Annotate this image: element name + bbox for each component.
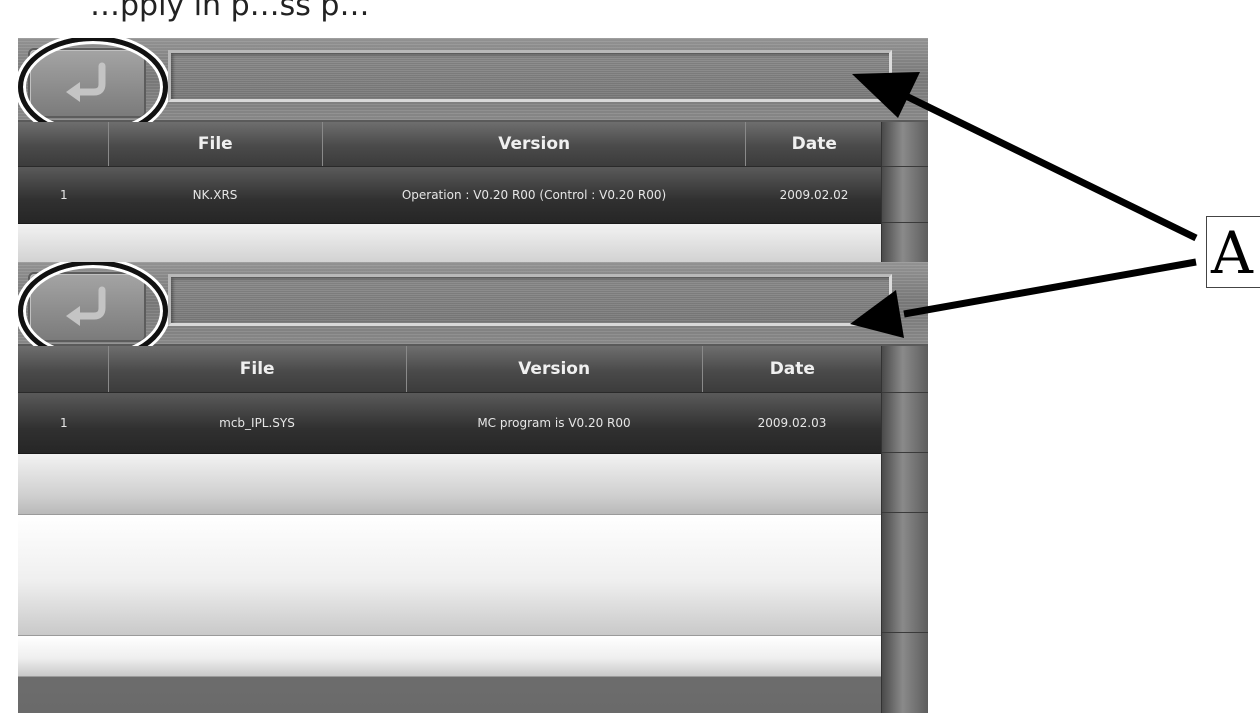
column-header-version[interactable]: Version xyxy=(323,122,747,166)
annotation-arrow-top xyxy=(904,92,1198,242)
scrollbar-segment xyxy=(882,222,928,223)
table-header: File Version Date xyxy=(18,122,882,167)
toolbar xyxy=(18,38,928,138)
column-header-file[interactable]: File xyxy=(109,346,407,392)
row-date: 2009.02.02 xyxy=(779,188,849,202)
annotation-arrow-bottom xyxy=(903,258,1197,318)
column-header-date[interactable]: Date xyxy=(746,122,882,166)
back-button[interactable] xyxy=(28,48,146,118)
table-header: File Version Date xyxy=(18,346,882,393)
file-table: File Version Date 1 mcb_IPL.SYS MC progr… xyxy=(18,346,882,713)
scrollbar-segment xyxy=(882,452,928,453)
table-row[interactable]: 1 NK.XRS Operation : V0.20 R00 (Control … xyxy=(18,167,882,224)
cropped-caption-text: …pply in p…ss p… xyxy=(90,0,370,23)
empty-table-row xyxy=(18,454,882,515)
row-index: 1 xyxy=(60,416,68,430)
row-file: NK.XRS xyxy=(192,188,238,202)
row-version: Operation : V0.20 R00 (Control : V0.20 R… xyxy=(401,188,667,202)
annotation-label: A xyxy=(1206,216,1260,288)
empty-table-row xyxy=(18,636,882,677)
column-header-version[interactable]: Version xyxy=(407,346,703,392)
column-header-index[interactable] xyxy=(18,122,109,166)
column-header-date[interactable]: Date xyxy=(703,346,882,392)
scrollbar[interactable] xyxy=(881,346,928,713)
return-arrow-icon xyxy=(66,62,106,102)
path-field[interactable] xyxy=(168,50,892,102)
scrollbar-segment xyxy=(882,392,928,393)
file-browser-panel-bottom: File Version Date 1 mcb_IPL.SYS MC progr… xyxy=(18,262,928,713)
column-header-file[interactable]: File xyxy=(109,122,323,166)
toolbar xyxy=(18,262,928,362)
row-version: MC program is V0.20 R00 xyxy=(477,416,631,430)
row-file: mcb_IPL.SYS xyxy=(219,416,295,430)
scrollbar-segment xyxy=(882,632,928,633)
scrollbar-segment xyxy=(882,512,928,513)
row-date: 2009.02.03 xyxy=(757,416,827,430)
table-row[interactable]: 1 mcb_IPL.SYS MC program is V0.20 R00 20… xyxy=(18,393,882,454)
scrollbar-segment xyxy=(882,166,928,167)
empty-table-row xyxy=(18,515,882,636)
row-index: 1 xyxy=(60,188,68,202)
back-button[interactable] xyxy=(28,272,146,342)
path-field[interactable] xyxy=(168,274,892,326)
return-arrow-icon xyxy=(66,286,106,326)
file-browser-panel-top: File Version Date 1 NK.XRS Operation : V… xyxy=(18,38,928,294)
column-header-index[interactable] xyxy=(18,346,109,392)
